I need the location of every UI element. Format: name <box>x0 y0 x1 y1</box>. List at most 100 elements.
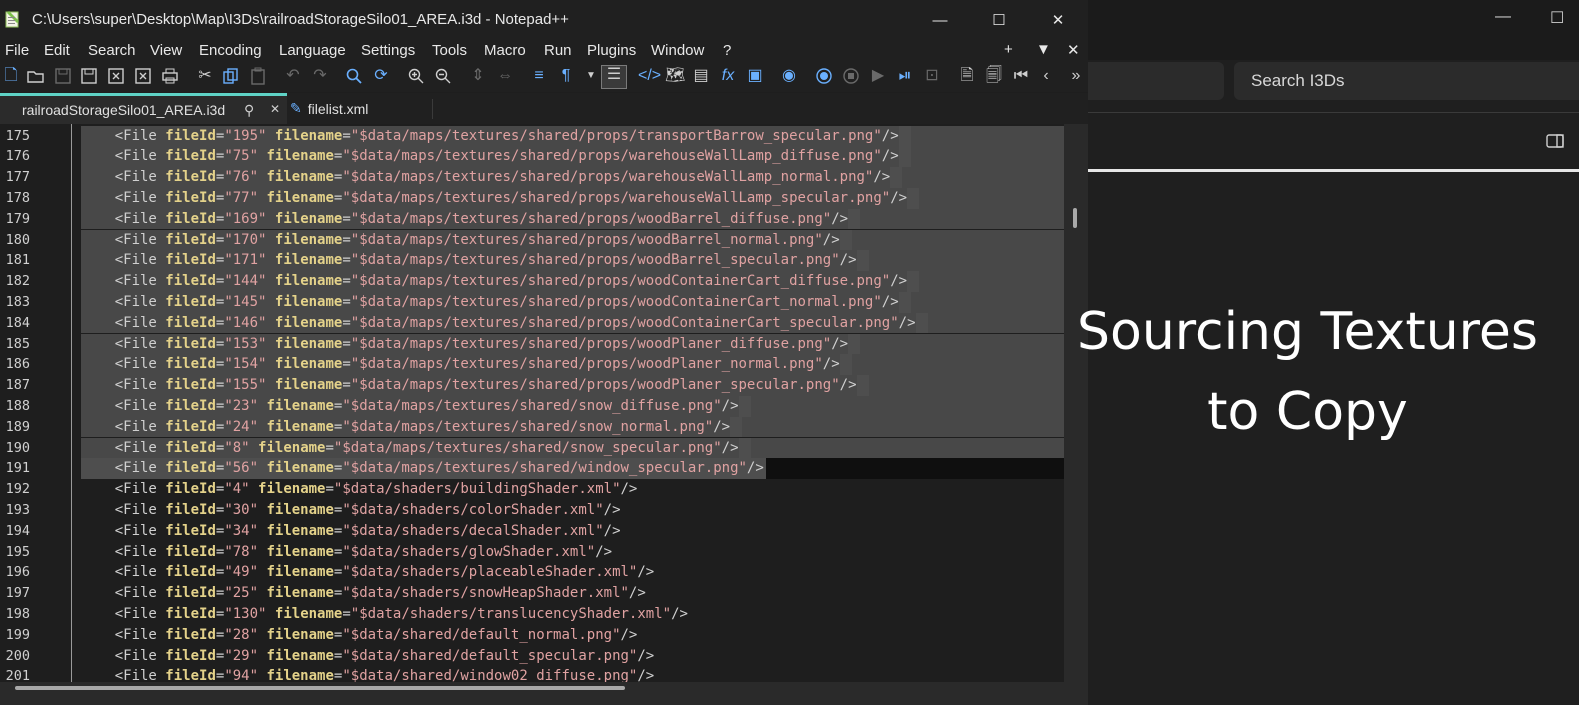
map-icon[interactable]: 🗺 <box>665 67 685 85</box>
menu-encoding[interactable]: Encoding <box>199 42 262 59</box>
code-line: <File fileId="8" filename="$data/maps/te… <box>81 439 739 456</box>
panel-toggle-icon[interactable] <box>1546 134 1564 148</box>
menu-window[interactable]: Window <box>651 42 704 59</box>
prev-icon[interactable]: ‹ <box>1037 67 1055 85</box>
save-macro-icon[interactable]: ⊡ <box>923 67 941 85</box>
stop-macro-icon[interactable] <box>842 67 860 85</box>
menu-search[interactable]: Search <box>88 42 136 59</box>
menu-tools[interactable]: Tools <box>432 42 467 59</box>
vertical-scroll-thumb[interactable] <box>1073 208 1077 228</box>
menu-language[interactable]: Language <box>279 42 346 59</box>
menu-plugins[interactable]: Plugins <box>587 42 636 59</box>
open-file-icon[interactable] <box>27 67 45 85</box>
zoom-out-icon[interactable] <box>434 67 452 85</box>
menu-help[interactable]: ? <box>723 42 731 59</box>
compare-icon[interactable]: 🗎 <box>958 67 976 85</box>
fold-margin-line <box>71 124 72 682</box>
play-macro-icon[interactable]: ▶ <box>869 67 887 85</box>
code-line: <File fileId="77" filename="$data/maps/t… <box>81 189 908 206</box>
notepadpp-app-icon <box>5 11 19 28</box>
sync-vertical-icon[interactable]: ⇕ <box>469 67 487 85</box>
code-line: <File fileId="154" filename="$data/maps/… <box>81 356 840 373</box>
line-number: 201 <box>5 668 30 682</box>
tab-label: railroadStorageSilo01_AREA.i3d <box>22 102 226 118</box>
show-all-chars-icon[interactable]: ¶ <box>557 67 575 85</box>
selection-highlight <box>730 416 743 438</box>
line-number: 197 <box>5 585 30 602</box>
folder-workspace-icon[interactable]: ▣ <box>746 67 764 85</box>
chevron-down-icon[interactable]: ▼ <box>582 67 600 85</box>
new-file-icon[interactable]: 🗋 <box>2 67 20 85</box>
code-line: <File fileId="25" filename="$data/shader… <box>81 585 646 602</box>
menu-file[interactable]: File <box>5 42 29 59</box>
line-number: 176 <box>5 148 30 165</box>
tab-railroadstoragesilo[interactable]: railroadStorageSilo01_AREA.i3d ⚲ ✕ <box>0 93 287 124</box>
doc-list-icon[interactable]: ▤ <box>692 67 710 85</box>
new-tab-plus-icon[interactable]: + <box>1004 41 1013 58</box>
title-bar: C:\Users\super\Desktop\Map\I3Ds\railroad… <box>0 0 1088 40</box>
overlay-line-2: to Copy <box>1207 382 1408 442</box>
menu-run[interactable]: Run <box>544 42 572 59</box>
paste-icon[interactable] <box>249 67 267 85</box>
line-number: 178 <box>5 189 30 206</box>
close-all-icon[interactable] <box>134 67 152 85</box>
code-line: <File fileId="49" filename="$data/shader… <box>81 564 655 581</box>
print-icon[interactable] <box>161 67 179 85</box>
xml-tag-icon[interactable]: </> <box>638 67 661 85</box>
menu-macro[interactable]: Macro <box>484 42 526 59</box>
indent-guide-icon[interactable]: ☰ <box>601 65 627 89</box>
minimize-icon: — <box>932 11 948 29</box>
tab-close-icon[interactable]: ✕ <box>270 102 280 116</box>
save-icon[interactable] <box>54 67 72 85</box>
minimize-icon[interactable]: — <box>1495 8 1511 26</box>
close-document-icon[interactable]: ✕ <box>1067 41 1080 59</box>
maximize-icon[interactable]: ☐ <box>1550 8 1564 28</box>
first-icon[interactable]: ⏮ <box>1012 67 1030 85</box>
menu-view[interactable]: View <box>150 42 182 59</box>
line-number: 198 <box>5 605 30 622</box>
line-number: 192 <box>5 481 30 498</box>
cut-icon[interactable]: ✂ <box>196 67 214 85</box>
line-number: 184 <box>5 314 30 331</box>
overlay-line-1: Sourcing Textures <box>1077 302 1538 362</box>
find-icon[interactable] <box>345 67 363 85</box>
compare-clear-icon[interactable]: 🗐 <box>985 67 1003 85</box>
redo-icon[interactable]: ↷ <box>311 67 329 85</box>
undo-icon[interactable]: ↶ <box>284 67 302 85</box>
address-field[interactable] <box>1088 62 1224 100</box>
record-macro-icon[interactable] <box>815 67 833 85</box>
tab-list-dropdown-icon[interactable]: ▼ <box>1036 41 1051 58</box>
more-icon[interactable]: » <box>1067 67 1085 85</box>
horizontal-scroll-thumb[interactable] <box>15 686 625 690</box>
run-macro-icon[interactable]: ⏯ <box>896 67 914 85</box>
replace-icon[interactable]: ⟳ <box>372 67 390 85</box>
pin-icon[interactable]: ⚲ <box>244 102 254 119</box>
menu-bar: File Edit Search View Encoding Language … <box>0 40 1088 62</box>
tab-filelist[interactable]: ✎ filelist.xml <box>290 93 368 124</box>
selection-highlight <box>907 271 920 292</box>
toolbar: 🗋 ✂ ↶ ↷ ⟳ ⇕ ⇔ ≡ ¶ ▼ ☰ </> 🗺 ▤ fx ▣ ◉ ▶ ⏯… <box>0 62 1088 92</box>
copy-icon[interactable] <box>222 67 240 85</box>
function-list-icon[interactable]: fx <box>719 67 737 85</box>
close-icon[interactable] <box>107 67 125 85</box>
line-number: 188 <box>5 397 30 414</box>
sync-horizontal-icon[interactable]: ⇔ <box>496 67 514 85</box>
horizontal-scrollbar[interactable] <box>0 682 1088 705</box>
zoom-in-icon[interactable] <box>407 67 425 85</box>
code-line: <File fileId="171" filename="$data/maps/… <box>81 252 857 269</box>
save-all-icon[interactable] <box>80 67 98 85</box>
menu-edit[interactable]: Edit <box>44 42 70 59</box>
code-line: <File fileId="170" filename="$data/maps/… <box>81 231 840 248</box>
minimize-button[interactable]: — <box>910 0 970 40</box>
line-number: 193 <box>5 501 30 518</box>
line-number: 191 <box>5 460 30 477</box>
code-line: <File fileId="75" filename="$data/maps/t… <box>81 148 899 165</box>
code-line: <File fileId="78" filename="$data/shader… <box>81 543 613 560</box>
monitor-icon[interactable]: ◉ <box>780 67 798 85</box>
menu-settings[interactable]: Settings <box>361 42 415 59</box>
search-field[interactable]: Search I3Ds <box>1234 62 1579 100</box>
word-wrap-icon[interactable]: ≡ <box>530 67 548 85</box>
close-button[interactable]: ✕ <box>1028 0 1088 40</box>
code-editor[interactable]: 175 176 177 178 179 180 181 182 183 184 185 186 187 1… <box>0 124 1088 682</box>
maximize-button[interactable]: ☐ <box>969 0 1029 40</box>
